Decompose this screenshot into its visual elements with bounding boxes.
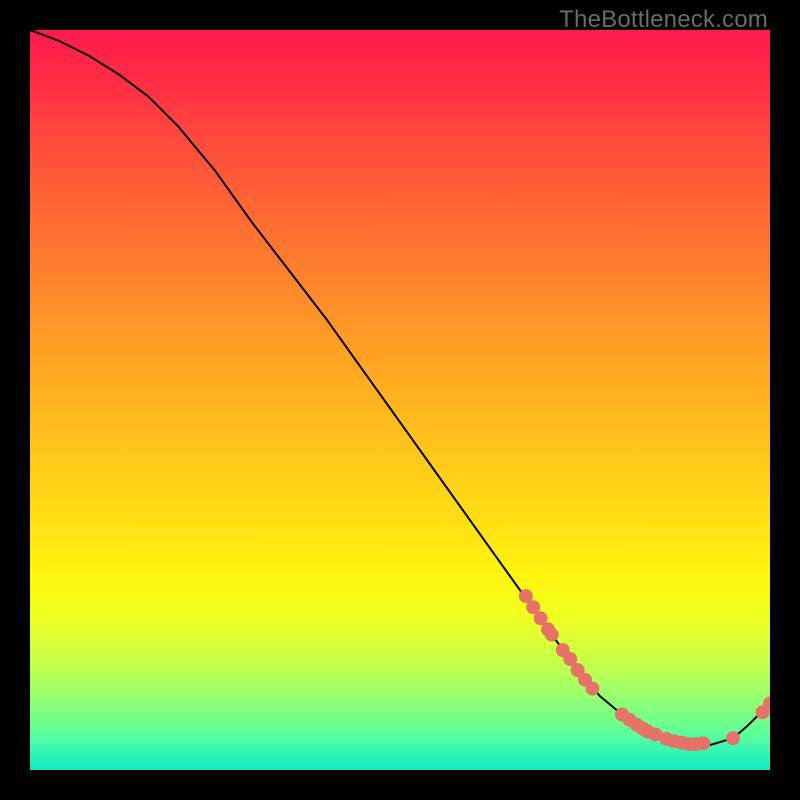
data-point bbox=[667, 734, 681, 748]
data-point-layer bbox=[519, 589, 770, 751]
data-point bbox=[674, 736, 688, 750]
data-point bbox=[622, 713, 636, 727]
data-point bbox=[563, 652, 577, 666]
data-point bbox=[641, 725, 655, 739]
data-point bbox=[556, 643, 570, 657]
data-point bbox=[726, 731, 740, 745]
data-point bbox=[585, 682, 599, 696]
data-point bbox=[763, 696, 770, 710]
data-point bbox=[696, 736, 710, 750]
data-point bbox=[519, 589, 533, 603]
data-point bbox=[578, 673, 592, 687]
chart-svg bbox=[30, 30, 770, 770]
gradient-plot-area bbox=[30, 30, 770, 770]
chart-frame: TheBottleneck.com bbox=[0, 0, 800, 800]
data-point bbox=[756, 705, 770, 719]
data-point bbox=[534, 611, 548, 625]
data-point bbox=[636, 722, 650, 736]
data-point bbox=[545, 628, 559, 642]
data-point bbox=[648, 727, 662, 741]
data-point bbox=[682, 737, 696, 751]
data-point bbox=[571, 663, 585, 677]
data-point bbox=[630, 718, 644, 732]
data-point bbox=[615, 708, 629, 722]
data-point bbox=[689, 737, 703, 751]
data-point bbox=[541, 622, 555, 636]
data-point bbox=[526, 600, 540, 614]
bottleneck-curve bbox=[30, 30, 770, 745]
data-point bbox=[659, 732, 673, 746]
